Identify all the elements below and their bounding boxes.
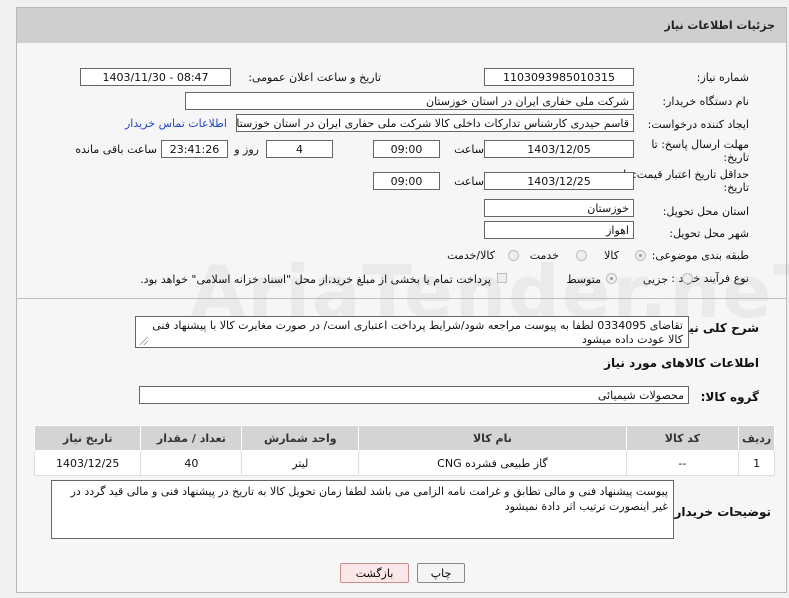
col-qty: تعداد / مقدار bbox=[140, 425, 243, 451]
purchase-option-minor: جزیی bbox=[642, 273, 668, 286]
category-label: طبقه بندی موضوعی: bbox=[651, 249, 749, 262]
deadline-time-field[interactable]: 09:00 bbox=[373, 140, 440, 158]
buyer-field[interactable]: شرکت ملی حفاری ایران در استان خوزستان bbox=[185, 92, 634, 110]
buyer-notes-label: توضیحات خریدار: bbox=[669, 505, 771, 519]
city-field[interactable]: اهواز bbox=[484, 221, 634, 239]
province-label: استان محل تحویل: bbox=[662, 205, 749, 218]
treasury-payment-text: پرداخت تمام یا بخشی از مبلغ خرید،از محل … bbox=[140, 273, 491, 286]
goods-table: ردیف کد کالا نام کالا واحد شمارش تعداد /… bbox=[33, 425, 775, 476]
category-radio-goods-service[interactable] bbox=[508, 250, 519, 261]
announce-field[interactable]: 1403/11/30 - 08:47 bbox=[80, 68, 231, 86]
cell-unit: لیتر bbox=[241, 450, 360, 476]
cell-date: 1403/12/25 bbox=[33, 450, 142, 476]
resize-grip-icon[interactable] bbox=[140, 337, 148, 345]
page-title: جزئیات اطلاعات نیاز bbox=[664, 19, 776, 32]
section-divider bbox=[16, 298, 787, 299]
buyer-notes-text: پیوست پیشنهاد فنی و مالی تطابق و غرامت ن… bbox=[70, 485, 668, 513]
category-radio-goods[interactable] bbox=[635, 250, 646, 261]
deadline-date-label: تاریخ: bbox=[723, 151, 749, 164]
deadline-time-label: ساعت bbox=[454, 143, 484, 156]
table-row[interactable]: 1 -- گاز طبیعی فشرده CNG لیتر 40 1403/12… bbox=[33, 450, 775, 476]
col-row: ردیف bbox=[738, 425, 775, 451]
buyer-contact-link[interactable]: اطلاعات تماس خریدار bbox=[125, 117, 227, 130]
description-text: تقاضای 0334095 لطفا به پیوست مراجعه شود/… bbox=[152, 319, 683, 346]
back-button[interactable]: بازگشت bbox=[340, 563, 409, 583]
creator-label: ایجاد کننده درخواست: bbox=[647, 118, 749, 131]
validity-date-label: تاریخ: bbox=[723, 181, 749, 194]
goods-table-header: ردیف کد کالا نام کالا واحد شمارش تعداد /… bbox=[33, 425, 775, 451]
print-button[interactable]: چاپ bbox=[417, 563, 465, 583]
goods-group-label: گروه کالا: bbox=[700, 390, 759, 404]
creator-field[interactable]: قاسم حیدری کارشناس تدارکات داخلی کالا شر… bbox=[236, 114, 634, 132]
cell-qty: 40 bbox=[140, 450, 243, 476]
col-date: تاریخ نیاز bbox=[33, 425, 142, 451]
cell-row: 1 bbox=[738, 450, 775, 476]
treasury-payment-checkbox[interactable] bbox=[497, 273, 507, 283]
days-label: روز و bbox=[234, 143, 259, 156]
col-unit: واحد شمارش bbox=[241, 425, 360, 451]
days-field[interactable]: 4 bbox=[266, 140, 333, 158]
col-code: کد کالا bbox=[625, 425, 740, 451]
need-number-field[interactable]: 1103093985010315 bbox=[484, 68, 634, 86]
category-option-service: خدمت bbox=[529, 249, 559, 262]
validity-time-label: ساعت bbox=[454, 175, 484, 188]
col-name: نام کالا bbox=[358, 425, 627, 451]
goods-section-title: اطلاعات کالاهای مورد نیاز bbox=[604, 356, 759, 370]
deadline-date-field[interactable]: 1403/12/05 bbox=[484, 140, 634, 158]
goods-group-field[interactable]: محصولات شیمیائی bbox=[139, 386, 689, 404]
buyer-label: نام دستگاه خریدار: bbox=[662, 95, 749, 108]
need-number-label: شماره نیاز: bbox=[696, 71, 749, 84]
cell-code: -- bbox=[625, 450, 740, 476]
category-option-goods: کالا bbox=[604, 249, 619, 262]
title-bar: جزئیات اطلاعات نیاز bbox=[17, 8, 786, 43]
remaining-time-field[interactable]: 23:41:26 bbox=[161, 140, 228, 158]
buyer-notes-textarea[interactable]: پیوست پیشنهاد فنی و مالی تطابق و غرامت ن… bbox=[51, 480, 674, 539]
description-textarea[interactable]: تقاضای 0334095 لطفا به پیوست مراجعه شود/… bbox=[135, 316, 689, 348]
validity-time-field[interactable]: 09:00 bbox=[373, 172, 440, 190]
purchase-radio-minor[interactable] bbox=[682, 273, 693, 284]
category-radio-service[interactable] bbox=[576, 250, 587, 261]
validity-label: حداقل تاریخ اعتبار قیمت: تا bbox=[623, 168, 749, 181]
cell-name: گاز طبیعی فشرده CNG bbox=[358, 450, 627, 476]
province-field[interactable]: خوزستان bbox=[484, 199, 634, 217]
announce-label: تاریخ و ساعت اعلان عمومی: bbox=[248, 71, 381, 84]
validity-date-field[interactable]: 1403/12/25 bbox=[484, 172, 634, 190]
remaining-label: ساعت باقی مانده bbox=[75, 143, 157, 156]
purchase-radio-medium[interactable] bbox=[606, 273, 617, 284]
category-option-goods-service: کالا/خدمت bbox=[447, 249, 495, 262]
deadline-label: مهلت ارسال پاسخ: تا bbox=[651, 138, 749, 151]
city-label: شهر محل تحویل: bbox=[669, 227, 749, 240]
purchase-option-medium: متوسط bbox=[566, 273, 601, 286]
